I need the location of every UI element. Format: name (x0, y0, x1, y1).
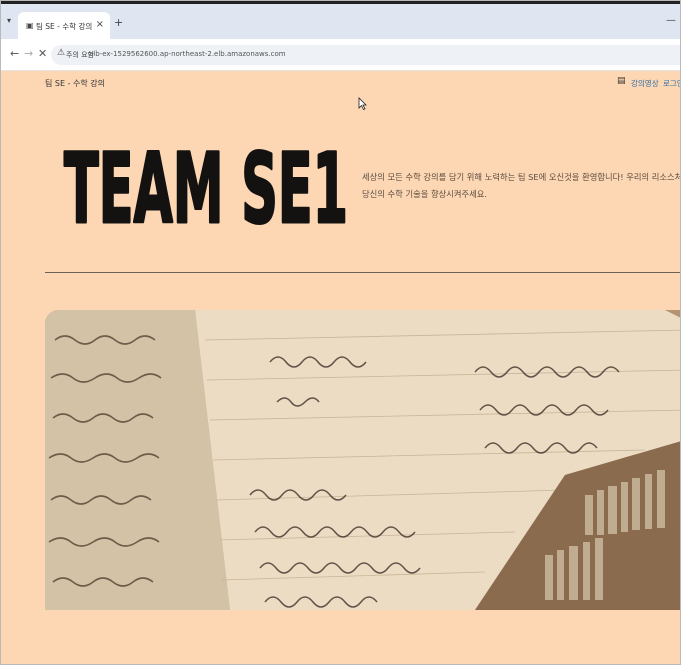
stop-loading-icon[interactable]: ✕ (38, 47, 47, 60)
site-title[interactable]: 팀 SE - 수학 강의 (45, 78, 105, 89)
intro-line-1: 세상의 모든 수학 강의를 담기 위해 노력하는 팀 SE에 오신것을 환영합니… (362, 172, 681, 182)
nav-login-link[interactable]: 로그인 (663, 78, 680, 89)
forward-icon[interactable]: → (24, 47, 33, 60)
video-icon[interactable]: ▤ (617, 76, 626, 86)
active-tab[interactable]: ▣ 팀 SE - 수학 강의 × (18, 12, 110, 42)
not-secure-icon[interactable]: ⚠ (57, 48, 65, 58)
mouse-cursor-icon (358, 97, 367, 110)
section-divider (45, 272, 680, 273)
new-tab-button[interactable]: + (114, 16, 123, 29)
close-tab-icon[interactable]: × (96, 19, 104, 30)
tab-strip: ▾ ▣ 팀 SE - 수학 강의 × + — (1, 1, 680, 42)
tab-title: 팀 SE - 수학 강의 (36, 22, 93, 31)
math-notes-photo (45, 310, 680, 610)
back-icon[interactable]: ← (10, 47, 19, 60)
team-logo: TEAM SE1 (63, 132, 350, 237)
intro-line-2: 당신의 수학 기술을 향상시켜주세요. (362, 189, 488, 199)
intro-text: 세상의 모든 수학 강의를 담기 위해 노력하는 팀 SE에 오신것을 환영합니… (362, 169, 681, 203)
minimize-icon[interactable]: — (666, 15, 676, 26)
page-favicon-icon: ▣ (26, 21, 34, 30)
tab-search-icon[interactable]: ▾ (7, 16, 11, 25)
logo-text: TEAM SE1 (64, 133, 348, 236)
nav-lectures-link[interactable]: 강의영상 (631, 78, 659, 89)
address-bar[interactable]: ⚠ 주의 요함 alb-ex-1529562600.ap-northeast-2… (51, 45, 680, 65)
browser-toolbar: ← → ✕ ⚠ 주의 요함 alb-ex-1529562600.ap-north… (1, 39, 680, 71)
browser-window: ▾ ▣ 팀 SE - 수학 강의 × + — ← → ✕ ⚠ 주의 요함 alb… (0, 0, 681, 665)
url-text[interactable]: alb-ex-1529562600.ap-northeast-2.elb.ama… (89, 50, 286, 58)
